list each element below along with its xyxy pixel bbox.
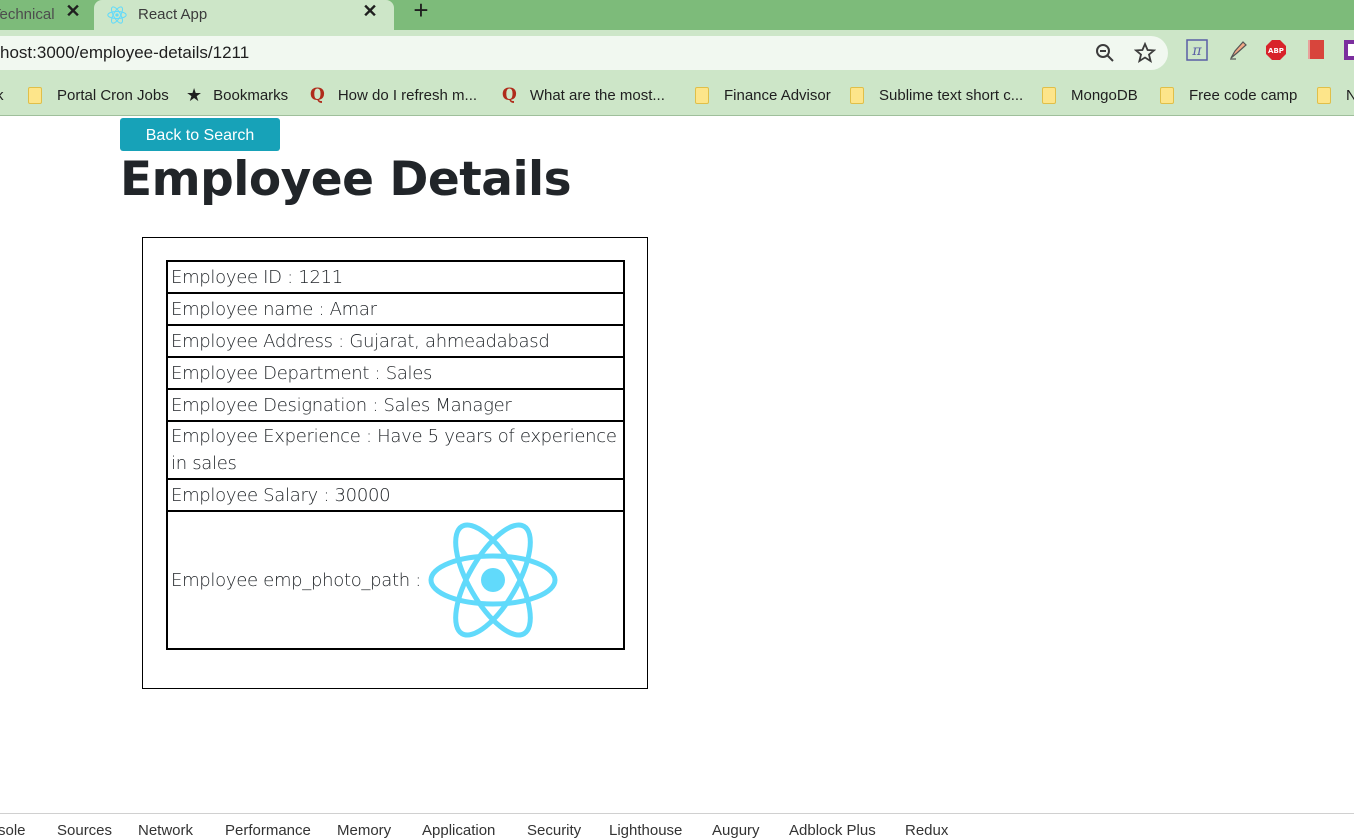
adblock-icon[interactable]: ABP bbox=[1265, 39, 1287, 61]
employee-name-text: Employee name : Amar bbox=[171, 298, 377, 320]
page-title: Employee Details bbox=[120, 152, 572, 207]
employee-address-cell: Employee Address : Gujarat, ahmeadabasd bbox=[166, 324, 625, 358]
devtools-tab-security[interactable]: Security bbox=[527, 822, 581, 839]
devtools-tab-console[interactable]: sole bbox=[0, 822, 26, 839]
folder-icon bbox=[1042, 86, 1056, 104]
bookmark-label: What are the most... bbox=[529, 86, 665, 104]
folder-icon bbox=[28, 86, 42, 104]
close-icon[interactable]: ✕ bbox=[361, 2, 379, 20]
react-logo-icon bbox=[428, 522, 558, 638]
employee-experience-cell: Employee Experience : Have 5 years of ex… bbox=[166, 420, 625, 480]
url-host: host bbox=[0, 43, 33, 62]
table-row: Employee Designation : Sales Manager bbox=[166, 388, 625, 422]
tab-technical[interactable]: Technical Ro ✕ bbox=[0, 0, 92, 30]
employee-id-text: Employee ID : 1211 bbox=[171, 266, 343, 288]
employee-id-cell: Employee ID : 1211 bbox=[166, 260, 625, 294]
devtools-tab-adblock-plus[interactable]: Adblock Plus bbox=[789, 822, 876, 839]
table-row: Employee emp_photo_path : bbox=[166, 510, 625, 650]
employee-name-cell: Employee name : Amar bbox=[166, 292, 625, 326]
svg-text:ABP: ABP bbox=[1268, 47, 1284, 55]
folder-icon bbox=[1317, 86, 1331, 104]
bookmark-item[interactable]: MongoDB bbox=[1042, 84, 1138, 106]
table-row: Employee name : Amar bbox=[166, 292, 625, 326]
employee-department-cell: Employee Department : Sales bbox=[166, 356, 625, 390]
employee-photo-label: Employee emp_photo_path : bbox=[171, 569, 422, 591]
employee-designation-cell: Employee Designation : Sales Manager bbox=[166, 388, 625, 422]
tab-strip: Technical Ro ✕ React App ✕ + bbox=[0, 0, 1354, 30]
bookmark-label: Finance Advisor bbox=[724, 86, 831, 104]
bookmark-star-icon[interactable] bbox=[1134, 42, 1156, 64]
pdf-icon[interactable] bbox=[1305, 39, 1327, 61]
onenote-icon[interactable] bbox=[1343, 39, 1354, 61]
close-icon[interactable]: ✕ bbox=[64, 2, 82, 20]
devtools-tabbar: sole Sources Network Performance Memory … bbox=[0, 813, 1354, 839]
bookmark-item[interactable]: Finance Advisor bbox=[695, 84, 831, 106]
bookmark-label: Sublime text short c... bbox=[879, 86, 1024, 104]
bookmark-label: How do I refresh m... bbox=[337, 86, 478, 104]
table-row: Employee Department : Sales bbox=[166, 356, 625, 390]
star-icon: ★ bbox=[186, 84, 203, 105]
table-row: Employee Salary : 30000 bbox=[166, 478, 625, 512]
bookmark-label: MongoDB bbox=[1071, 86, 1138, 104]
folder-icon bbox=[850, 86, 864, 104]
url-path: :3000/employee-details/1211 bbox=[32, 43, 250, 62]
bookmark-item[interactable]: Free code camp bbox=[1160, 84, 1297, 106]
tab-react-app[interactable]: React App ✕ bbox=[94, 0, 394, 30]
employee-photo-cell: Employee emp_photo_path : bbox=[166, 510, 625, 650]
bookmark-label: Bookmarks bbox=[213, 86, 289, 104]
bookmarks-bar: k Portal Cron Jobs ★ Bookmarks Q How do I … bbox=[0, 76, 1354, 116]
folder-icon bbox=[695, 86, 709, 104]
devtools-tab-application[interactable]: Application bbox=[422, 822, 495, 839]
employee-details-table: Employee ID : 1211 Employee name : Amar … bbox=[166, 260, 625, 650]
pen-icon[interactable] bbox=[1227, 39, 1249, 61]
address-bar[interactable]: host:3000/employee-details/1211 bbox=[0, 36, 1168, 70]
tab-title: React App bbox=[138, 6, 208, 23]
devtools-tab-sources[interactable]: Sources bbox=[57, 822, 112, 839]
bookmark-item[interactable]: ★ Bookmarks bbox=[186, 84, 288, 106]
bookmark-overflow[interactable]: k bbox=[0, 84, 4, 106]
bookmark-item[interactable]: Q What are the most... bbox=[502, 84, 665, 106]
bookmark-item[interactable]: Portal Cron Jobs bbox=[28, 84, 169, 106]
devtools-tab-memory[interactable]: Memory bbox=[337, 822, 391, 839]
quora-icon: Q bbox=[310, 85, 325, 105]
table-row: Employee Experience : Have 5 years of ex… bbox=[166, 420, 625, 480]
bookmark-item[interactable]: Q How do I refresh m... bbox=[310, 84, 477, 106]
employee-salary-text: Employee Salary : 30000 bbox=[171, 484, 391, 506]
bookmark-item[interactable]: N bbox=[1317, 84, 1354, 106]
devtools-tab-lighthouse[interactable]: Lighthouse bbox=[609, 822, 682, 839]
bookmark-label: Free code camp bbox=[1189, 86, 1298, 104]
react-favicon-icon bbox=[107, 6, 127, 24]
employee-designation-text: Employee Designation : Sales Manager bbox=[171, 394, 512, 416]
zoom-icon[interactable] bbox=[1094, 42, 1116, 64]
devtools-tab-redux[interactable]: Redux bbox=[905, 822, 948, 839]
bookmark-label: N bbox=[1346, 86, 1354, 104]
devtools-tab-augury[interactable]: Augury bbox=[712, 822, 760, 839]
new-tab-icon[interactable]: + bbox=[410, 0, 432, 23]
bookmark-label: Portal Cron Jobs bbox=[57, 86, 169, 104]
table-row: Employee ID : 1211 bbox=[166, 260, 625, 294]
devtools-tab-performance[interactable]: Performance bbox=[225, 822, 311, 839]
employee-department-text: Employee Department : Sales bbox=[171, 362, 433, 384]
employee-salary-cell: Employee Salary : 30000 bbox=[166, 478, 625, 512]
svg-text:π: π bbox=[1191, 43, 1202, 59]
tab-title: Technical Ro bbox=[0, 6, 58, 23]
back-to-search-button[interactable]: Back to Search Page bbox=[120, 118, 280, 177]
employee-experience-text: Employee Experience : Have 5 years of ex… bbox=[171, 426, 617, 474]
url-text[interactable]: host:3000/employee-details/1211 bbox=[0, 43, 249, 63]
pi-icon[interactable]: π bbox=[1186, 39, 1208, 61]
employee-address-text: Employee Address : Gujarat, ahmeadabasd bbox=[171, 330, 550, 352]
bookmark-item[interactable]: Sublime text short c... bbox=[850, 84, 1023, 106]
devtools-tab-network[interactable]: Network bbox=[138, 822, 193, 839]
browser-toolbar: host:3000/employee-details/1211 π ABP bbox=[0, 30, 1354, 76]
quora-icon: Q bbox=[502, 85, 517, 105]
folder-icon bbox=[1160, 86, 1174, 104]
table-row: Employee Address : Gujarat, ahmeadabasd bbox=[166, 324, 625, 358]
